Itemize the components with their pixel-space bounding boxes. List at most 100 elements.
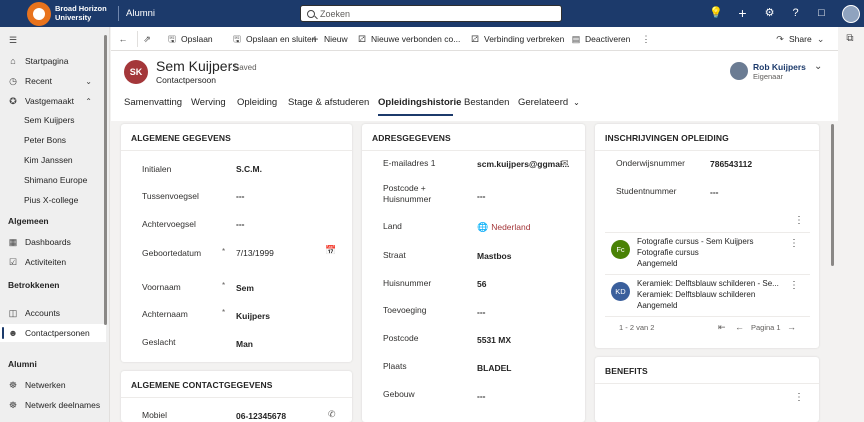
- lightbulb-icon[interactable]: 💡: [709, 7, 723, 20]
- initials-field[interactable]: S.C.M.: [236, 164, 262, 174]
- student-number-field[interactable]: ---: [710, 187, 719, 197]
- previous-page-icon[interactable]: ←: [735, 322, 744, 332]
- tab-samenvatting[interactable]: Samenvatting: [124, 97, 182, 108]
- sidebar-item-label: Activiteiten: [25, 257, 67, 267]
- tab-gerelateerd[interactable]: Gerelateerd ⌄: [518, 97, 580, 108]
- owner-name-link[interactable]: Rob Kuijpers: [753, 62, 806, 72]
- save-status: - Saved: [229, 63, 257, 72]
- more-vertical-icon[interactable]: ⋮: [794, 393, 804, 403]
- connection-icon: ⚂: [358, 34, 366, 44]
- sidebar-item-label: Startpagina: [25, 56, 69, 66]
- sidebar-section-betrokkenen: Betrokkenen: [8, 280, 60, 290]
- sidebar-section-algemeen: Algemeen: [8, 216, 49, 226]
- list-item-title[interactable]: Keramiek: Delftsblauw schilderen - Se...: [637, 279, 779, 289]
- side-panel-toggle-icon[interactable]: ⧉: [840, 30, 860, 48]
- sidebar-pinned-kim-janssen[interactable]: Kim Janssen: [0, 151, 106, 169]
- sidebar-section-alumni: Alumni: [8, 359, 37, 369]
- chevron-down-icon: ⌄: [816, 34, 825, 44]
- more-vertical-icon[interactable]: ⋮: [789, 281, 799, 291]
- sidebar-pinned-peter-bons[interactable]: Peter Bons: [0, 131, 106, 149]
- help-icon[interactable]: ?: [789, 7, 802, 20]
- sidebar-pinned-pius-x-college[interactable]: Pius X-college: [0, 191, 106, 209]
- prefix-field[interactable]: ---: [236, 191, 245, 201]
- app-name[interactable]: Alumni: [126, 8, 155, 19]
- sidebar-pinned-sem-kuijpers[interactable]: Sem Kuijpers: [0, 111, 106, 129]
- more-vertical-icon[interactable]: ⋮: [794, 216, 804, 226]
- sidebar-item-netwerk-deelnames[interactable]: ☸ Netwerk deelnames: [0, 396, 106, 414]
- header-expand-chevron-icon[interactable]: ⌄: [814, 61, 822, 72]
- field-label: Studentnummer: [616, 186, 677, 196]
- sidebar-item-netwerken[interactable]: ☸ Netwerken: [0, 376, 106, 394]
- sidebar-pinned-shimano-europe[interactable]: Shimano Europe: [0, 171, 106, 189]
- new-button[interactable]: + Nieuw: [310, 33, 347, 45]
- required-indicator: *: [222, 247, 226, 256]
- owner-avatar: [730, 62, 748, 80]
- tab-opleidingshistorie[interactable]: Opleidingshistorie: [378, 97, 461, 108]
- new-connection-button[interactable]: ⚂ Nieuwe verbonden co...: [357, 33, 460, 45]
- housenumber-field[interactable]: 56: [477, 279, 486, 289]
- country-link[interactable]: Nederland: [491, 222, 530, 232]
- gear-icon[interactable]: ⚙: [763, 7, 776, 20]
- mobile-field[interactable]: 06-12345678: [236, 411, 286, 421]
- back-button[interactable]: ←: [118, 33, 132, 45]
- country-field[interactable]: 🌐 Nederland: [477, 222, 530, 233]
- search-input[interactable]: Zoeken: [300, 5, 562, 22]
- city-field[interactable]: BLADEL: [477, 363, 511, 373]
- sidebar-item-label: Pius X-college: [24, 195, 79, 205]
- gender-field[interactable]: Man: [236, 339, 253, 349]
- next-page-icon[interactable]: →: [787, 322, 796, 332]
- first-page-icon[interactable]: ⇤: [718, 322, 726, 333]
- postcode-housenumber-field[interactable]: ---: [477, 191, 486, 201]
- tab-opleiding[interactable]: Opleiding: [237, 97, 277, 108]
- list-item[interactable]: Fc Fotografie cursus - Sem Kuijpers Foto…: [605, 234, 810, 274]
- list-item[interactable]: KD Keramiek: Delftsblauw schilderen - Se…: [605, 276, 810, 316]
- sidebar-item-contactpersonen[interactable]: ☻ Contactpersonen: [0, 324, 106, 342]
- plus-icon[interactable]: +: [736, 6, 749, 20]
- first-name-field[interactable]: Sem: [236, 283, 254, 293]
- general-info-card: ALGEMENE GEGEVENS Initialen S.C.M. Tusse…: [121, 124, 352, 362]
- street-field[interactable]: Mastbos: [477, 251, 511, 261]
- save-close-button[interactable]: 🖫 Opslaan en sluiten: [232, 33, 316, 45]
- user-avatar[interactable]: [842, 5, 860, 23]
- sidebar-item-accounts[interactable]: ◫ Accounts: [0, 304, 106, 322]
- hamburger-icon: ☰: [8, 35, 18, 45]
- deactivate-button[interactable]: ▤ Deactiveren: [571, 33, 631, 45]
- sidebar-item-label: Shimano Europe: [24, 175, 88, 185]
- benefits-card: BENEFITS ⋮: [595, 357, 819, 422]
- email-icon[interactable]: ✉: [561, 158, 569, 169]
- tab-stage-afstuderen[interactable]: Stage & afstuderen: [288, 97, 369, 108]
- sidebar-item-vastgemaakt[interactable]: ✪ Vastgemaakt ⌃: [0, 92, 106, 110]
- more-vertical-icon[interactable]: ⋮: [789, 239, 799, 249]
- tab-werving[interactable]: Werving: [191, 97, 226, 108]
- addition-field[interactable]: ---: [477, 307, 486, 317]
- save-button[interactable]: 🖫 Opslaan: [167, 33, 213, 45]
- save-close-label: Opslaan en sluiten: [246, 34, 317, 44]
- hamburger-menu-button[interactable]: ☰: [0, 31, 106, 49]
- postcode-field[interactable]: 5531 MX: [477, 335, 511, 345]
- email-field[interactable]: scm.kuijpers@ggmai...: [477, 159, 569, 169]
- suffix-field[interactable]: ---: [236, 219, 245, 229]
- sidebar-item-activiteiten[interactable]: ☑ Activiteiten: [0, 253, 106, 271]
- phone-icon[interactable]: ✆: [328, 409, 336, 420]
- calendar-icon[interactable]: 📅: [325, 245, 336, 256]
- sidebar-item-label: Contactpersonen: [25, 328, 90, 338]
- building-field[interactable]: ---: [477, 391, 486, 401]
- sidebar-item-recent[interactable]: ◷ Recent ⌄: [0, 72, 106, 90]
- sidebar-scrollbar[interactable]: [104, 35, 107, 325]
- assistant-icon[interactable]: □: [815, 7, 828, 20]
- sidebar-item-label: Kim Janssen: [24, 155, 73, 165]
- disconnect-icon: ⚂: [471, 34, 479, 44]
- last-name-field[interactable]: Kuijpers: [236, 311, 270, 321]
- sidebar-item-dashboards[interactable]: ▦ Dashboards: [0, 233, 106, 251]
- popout-button[interactable]: ⇗: [142, 33, 156, 45]
- share-button[interactable]: ↷ Share ⌄: [775, 33, 830, 45]
- sidebar-item-startpagina[interactable]: ⌂ Startpagina: [0, 52, 106, 70]
- birthdate-field[interactable]: 7/13/1999: [236, 248, 274, 258]
- tab-bestanden[interactable]: Bestanden: [464, 97, 509, 108]
- more-commands-button[interactable]: ⋮: [641, 33, 655, 45]
- list-item-title[interactable]: Fotografie cursus - Sem Kuijpers: [637, 237, 754, 247]
- main-scrollbar[interactable]: [831, 124, 834, 266]
- break-connection-button[interactable]: ⚂ Verbinding verbreken: [470, 33, 564, 45]
- search-icon: [307, 9, 315, 18]
- education-number-field[interactable]: 786543112: [710, 159, 752, 169]
